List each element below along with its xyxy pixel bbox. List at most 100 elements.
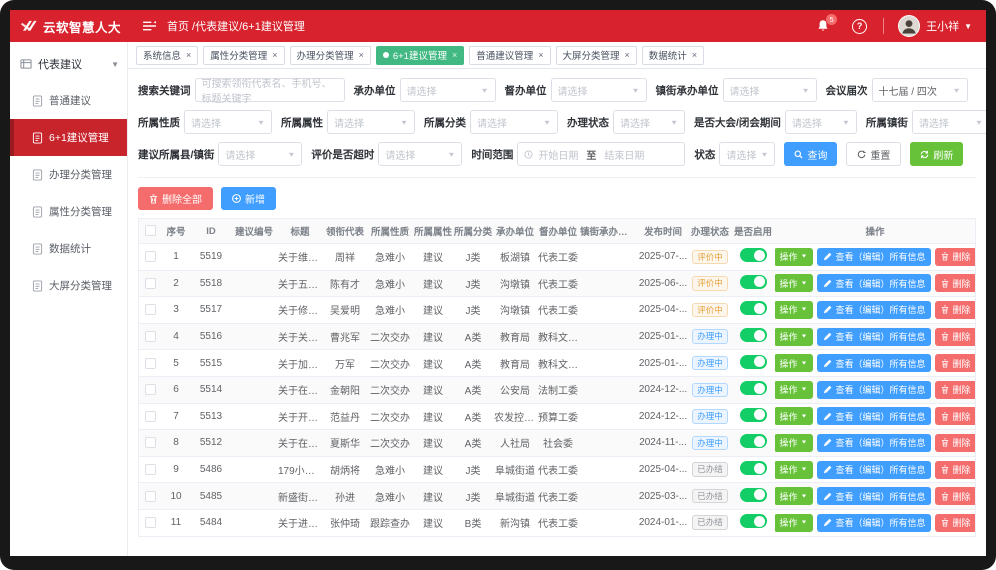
filter-select[interactable]: 请选择▼ (551, 78, 647, 102)
operate-button[interactable]: 操作▼ (775, 248, 813, 266)
row-checkbox[interactable] (145, 411, 156, 422)
sidebar-group-suggestions[interactable]: 代表建议 ▼ (10, 46, 127, 82)
filter-select[interactable]: 请选择▼ (912, 110, 986, 134)
tab-item[interactable]: 属性分类管理× (203, 46, 284, 65)
row-checkbox[interactable] (145, 437, 156, 448)
tab-item[interactable]: 普通建议管理× (469, 46, 550, 65)
operate-button[interactable]: 操作▼ (775, 354, 813, 372)
close-icon[interactable]: × (452, 51, 457, 60)
username[interactable]: 王小祥 (926, 18, 959, 34)
add-button[interactable]: 新增 (221, 187, 276, 210)
filter-select[interactable]: 请选择▼ (723, 78, 817, 102)
filter-select[interactable]: 请选择▼ (470, 110, 558, 134)
tab-item[interactable]: 大屏分类管理× (556, 46, 637, 65)
delete-button[interactable]: 删除 (935, 248, 975, 266)
view-edit-button[interactable]: 查看（编辑）所有信息 (817, 301, 931, 319)
sidebar-item[interactable]: 办理分类管理 (10, 156, 127, 193)
view-edit-button[interactable]: 查看（编辑）所有信息 (817, 381, 931, 399)
row-checkbox[interactable] (145, 491, 156, 502)
row-checkbox[interactable] (145, 278, 156, 289)
row-checkbox[interactable] (145, 331, 156, 342)
help-icon[interactable]: ? (852, 19, 867, 34)
filter-select[interactable]: 请选择▼ (400, 78, 496, 102)
enable-toggle[interactable] (740, 355, 767, 369)
enable-toggle[interactable] (740, 301, 767, 315)
close-icon[interactable]: × (272, 51, 277, 60)
filter-select[interactable]: 请选择▼ (785, 110, 857, 134)
operate-button[interactable]: 操作▼ (775, 434, 813, 452)
row-checkbox[interactable] (145, 517, 156, 528)
row-checkbox[interactable] (145, 304, 156, 315)
enable-toggle[interactable] (740, 408, 767, 422)
view-edit-button[interactable]: 查看（编辑）所有信息 (817, 461, 931, 479)
view-edit-button[interactable]: 查看（编辑）所有信息 (817, 274, 931, 292)
delete-button[interactable]: 删除 (935, 487, 975, 505)
operate-button[interactable]: 操作▼ (775, 487, 813, 505)
enable-toggle[interactable] (740, 328, 767, 342)
row-checkbox[interactable] (145, 384, 156, 395)
tab-active[interactable]: 6+1建议管理× (376, 46, 464, 65)
enable-toggle[interactable] (740, 275, 767, 289)
tab-item[interactable]: 数据统计× (642, 46, 704, 65)
refresh-button[interactable]: 刷新 (910, 142, 963, 166)
sidebar-item[interactable]: 数据统计 (10, 230, 127, 267)
menu-collapse-icon[interactable] (142, 20, 157, 32)
close-icon[interactable]: × (692, 51, 697, 60)
view-edit-button[interactable]: 查看（编辑）所有信息 (817, 407, 931, 425)
filter-select[interactable]: 请选择▼ (378, 142, 462, 166)
filter-select[interactable]: 请选择▼ (184, 110, 272, 134)
reset-button[interactable]: 重置 (846, 142, 901, 166)
delete-button[interactable]: 删除 (935, 514, 975, 532)
sidebar-item-active[interactable]: 6+1建议管理 (10, 119, 127, 156)
sidebar-item[interactable]: 大屏分类管理 (10, 267, 127, 304)
delete-button[interactable]: 删除 (935, 354, 975, 372)
row-checkbox[interactable] (145, 464, 156, 475)
enable-toggle[interactable] (740, 514, 767, 528)
avatar[interactable] (898, 15, 920, 37)
filter-select[interactable]: 请选择▼ (327, 110, 415, 134)
filter-select[interactable]: 请选择▼ (613, 110, 685, 134)
tab-item[interactable]: 系统信息× (136, 46, 198, 65)
filter-select[interactable]: 十七届 / 四次▼ (872, 78, 968, 102)
tab-item[interactable]: 办理分类管理× (290, 46, 371, 65)
view-edit-button[interactable]: 查看（编辑）所有信息 (817, 248, 931, 266)
keyword-search-input[interactable]: 可搜索领衔代表名、手机号、标题关键字 (195, 78, 345, 102)
operate-button[interactable]: 操作▼ (775, 514, 813, 532)
enable-toggle[interactable] (740, 488, 767, 502)
chevron-down-icon[interactable]: ▼ (964, 22, 972, 31)
close-icon[interactable]: × (625, 51, 630, 60)
row-checkbox[interactable] (145, 251, 156, 262)
close-icon[interactable]: × (359, 51, 364, 60)
sidebar-item[interactable]: 属性分类管理 (10, 193, 127, 230)
enable-toggle[interactable] (740, 248, 767, 262)
operate-button[interactable]: 操作▼ (775, 407, 813, 425)
view-edit-button[interactable]: 查看（编辑）所有信息 (817, 328, 931, 346)
delete-button[interactable]: 删除 (935, 434, 975, 452)
view-edit-button[interactable]: 查看（编辑）所有信息 (817, 487, 931, 505)
enable-toggle[interactable] (740, 461, 767, 475)
filter-select[interactable]: 请选择▼ (719, 142, 775, 166)
view-edit-button[interactable]: 查看（编辑）所有信息 (817, 434, 931, 452)
select-all-checkbox[interactable] (145, 225, 156, 236)
operate-button[interactable]: 操作▼ (775, 461, 813, 479)
operate-button[interactable]: 操作▼ (775, 274, 813, 292)
delete-button[interactable]: 删除 (935, 328, 975, 346)
view-edit-button[interactable]: 查看（编辑）所有信息 (817, 514, 931, 532)
delete-button[interactable]: 删除 (935, 407, 975, 425)
close-icon[interactable]: × (538, 51, 543, 60)
enable-toggle[interactable] (740, 381, 767, 395)
sidebar-item[interactable]: 普通建议 (10, 82, 127, 119)
operate-button[interactable]: 操作▼ (775, 301, 813, 319)
delete-button[interactable]: 删除 (935, 381, 975, 399)
operate-button[interactable]: 操作▼ (775, 381, 813, 399)
delete-button[interactable]: 删除 (935, 274, 975, 292)
operate-button[interactable]: 操作▼ (775, 328, 813, 346)
query-button[interactable]: 查询 (784, 142, 837, 166)
row-checkbox[interactable] (145, 358, 156, 369)
enable-toggle[interactable] (740, 434, 767, 448)
delete-all-button[interactable]: 删除全部 (138, 187, 213, 210)
date-range-picker[interactable]: 开始日期至结束日期 (517, 142, 685, 166)
delete-button[interactable]: 删除 (935, 301, 975, 319)
delete-button[interactable]: 删除 (935, 461, 975, 479)
notification-bell-icon[interactable]: 5 (816, 19, 830, 33)
